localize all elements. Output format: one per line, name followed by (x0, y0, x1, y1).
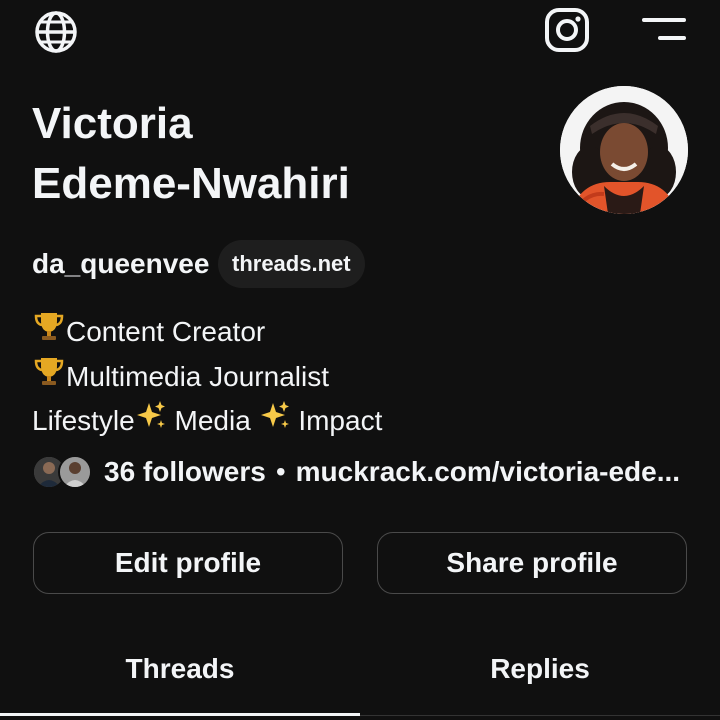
trophy-icon (32, 309, 66, 354)
tab-threads[interactable]: Threads (0, 640, 360, 716)
bio-text-multimedia-journalist: Multimedia Journalist (66, 360, 329, 392)
sparkles-icon (135, 399, 167, 442)
bio-line-1: Content Creator (32, 309, 265, 354)
bio-text-content-creator: Content Creator (66, 315, 266, 347)
sparkles-icon (259, 399, 291, 442)
profile-name-line-2: Edeme-Nwahiri (32, 159, 350, 208)
globe-icon[interactable] (32, 8, 80, 56)
avatar[interactable] (560, 86, 688, 214)
menu-icon[interactable] (642, 14, 688, 48)
bio-text-impact: Impact (290, 404, 383, 436)
separator-dot: • (275, 456, 286, 487)
instagram-icon[interactable] (543, 6, 591, 54)
tab-replies[interactable]: Replies (360, 640, 720, 716)
bio-text-lifestyle: Lifestyle (32, 404, 135, 436)
edit-profile-button[interactable]: Edit profile (33, 532, 343, 594)
active-tab-indicator (0, 713, 360, 716)
trophy-icon (32, 354, 66, 399)
profile-link[interactable]: muckrack.com/victoria-ede... (296, 456, 680, 488)
followers-count[interactable]: 36 followers (104, 456, 266, 488)
profile-name-line-1: Victoria (32, 99, 193, 148)
bio-line-2: Multimedia Journalist (32, 354, 329, 399)
bio-text-media: Media (166, 404, 259, 436)
threads-domain-badge[interactable]: threads.net (218, 240, 365, 288)
followers-row: 36 followers • muckrack.com/victoria-ede… (32, 450, 680, 494)
follower-avatar (58, 455, 92, 489)
share-profile-button[interactable]: Share profile (377, 532, 687, 594)
username: da_queenvee (32, 248, 210, 279)
bio-line-3: Lifestyle Media Impact (32, 399, 382, 442)
